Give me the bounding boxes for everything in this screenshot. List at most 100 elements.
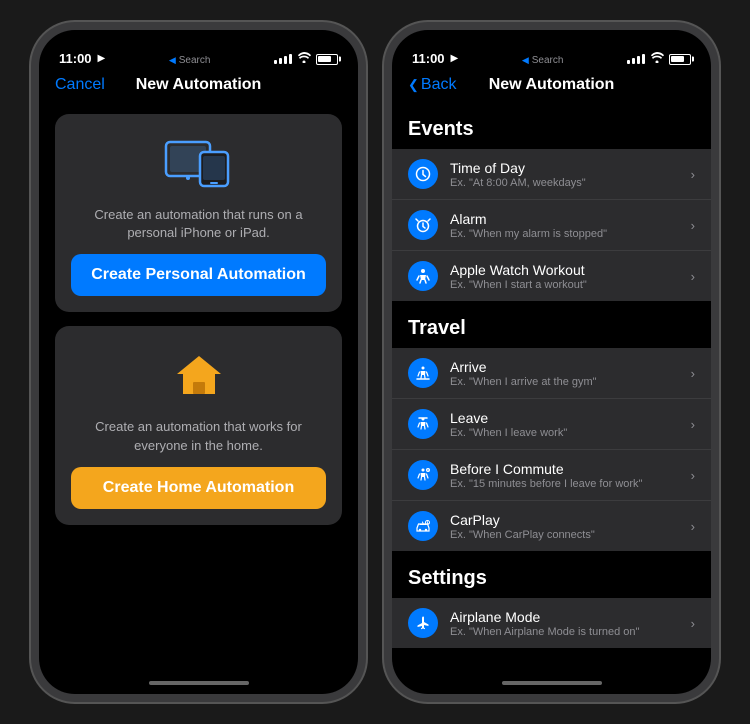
leave-svg xyxy=(415,416,431,432)
phone-1: 11:00 ▶ ◀ Search xyxy=(31,22,366,702)
figure-svg xyxy=(415,268,431,284)
clock-icon xyxy=(415,166,431,182)
airplane-mode-chevron: › xyxy=(691,616,695,631)
airplane-mode-title: Airplane Mode xyxy=(450,609,679,625)
airplane-mode-subtitle: Ex. "When Airplane Mode is turned on" xyxy=(450,626,679,638)
apple-watch-workout-title: Apple Watch Workout xyxy=(450,262,679,278)
settings-section: Settings Airplane Mode Ex. "When Airplan… xyxy=(392,551,711,648)
battery-icon-1 xyxy=(316,54,338,65)
arrive-chevron: › xyxy=(691,366,695,381)
alarm-item[interactable]: Alarm Ex. "When my alarm is stopped" › xyxy=(392,200,711,251)
carplay-subtitle: Ex. "When CarPlay connects" xyxy=(450,529,679,541)
cancel-button[interactable]: Cancel xyxy=(55,76,105,94)
status-search-1: ◀ Search xyxy=(169,55,211,66)
alarm-icon xyxy=(408,210,438,240)
travel-list: Arrive Ex. "When I arrive at the gym" › xyxy=(392,348,711,551)
alarm-chevron: › xyxy=(691,218,695,233)
home-bar-1 xyxy=(149,681,249,685)
carplay-svg xyxy=(415,518,431,534)
carplay-text: CarPlay Ex. "When CarPlay connects" xyxy=(450,512,679,541)
airplane-mode-icon xyxy=(408,608,438,638)
arrive-item[interactable]: Arrive Ex. "When I arrive at the gym" › xyxy=(392,348,711,399)
alarm-text: Alarm Ex. "When my alarm is stopped" xyxy=(450,211,679,240)
nav-title-1: New Automation xyxy=(136,76,262,94)
apple-watch-workout-chevron: › xyxy=(691,269,695,284)
carplay-icon xyxy=(408,511,438,541)
before-i-commute-chevron: › xyxy=(691,468,695,483)
airplane-mode-text: Airplane Mode Ex. "When Airplane Mode is… xyxy=(450,609,679,638)
signal-icon-1 xyxy=(274,54,292,64)
status-icons-2 xyxy=(627,52,691,66)
phone-2: 11:00 ▶ ◀ Search xyxy=(384,22,719,702)
events-section: Events Time of Day Ex. "At 8:00 AM, week… xyxy=(392,102,711,301)
time-of-day-item[interactable]: Time of Day Ex. "At 8:00 AM, weekdays" › xyxy=(392,149,711,200)
time-of-day-icon xyxy=(408,159,438,189)
battery-icon-2 xyxy=(669,54,691,65)
back-button[interactable]: Back xyxy=(408,76,456,94)
before-i-commute-icon xyxy=(408,460,438,490)
airplane-mode-item[interactable]: Airplane Mode Ex. "When Airplane Mode is… xyxy=(392,598,711,648)
leave-chevron: › xyxy=(691,417,695,432)
time-of-day-text: Time of Day Ex. "At 8:00 AM, weekdays" xyxy=(450,160,679,189)
wifi-icon-2 xyxy=(650,52,664,66)
create-home-automation-button[interactable]: Create Home Automation xyxy=(71,467,326,509)
leave-title: Leave xyxy=(450,410,679,426)
settings-list: Airplane Mode Ex. "When Airplane Mode is… xyxy=(392,598,711,648)
travel-header: Travel xyxy=(392,301,711,348)
events-header: Events xyxy=(392,102,711,149)
alarm-svg xyxy=(415,217,431,233)
nav-title-2: New Automation xyxy=(489,76,615,94)
phone-2-content: Events Time of Day Ex. "At 8:00 AM, week… xyxy=(392,102,711,672)
home-bar-2 xyxy=(502,681,602,685)
phone-2-screen: 11:00 ▶ ◀ Search xyxy=(392,30,711,694)
home-svg xyxy=(173,350,225,402)
apple-watch-workout-subtitle: Ex. "When I start a workout" xyxy=(450,279,679,291)
airplane-svg xyxy=(415,615,431,631)
before-i-commute-text: Before I Commute Ex. "15 minutes before … xyxy=(450,461,679,490)
arrive-subtitle: Ex. "When I arrive at the gym" xyxy=(450,376,679,388)
wifi-icon-1 xyxy=(297,52,311,66)
carplay-title: CarPlay xyxy=(450,512,679,528)
leave-icon xyxy=(408,409,438,439)
before-i-commute-item[interactable]: Before I Commute Ex. "15 minutes before … xyxy=(392,450,711,501)
events-list: Time of Day Ex. "At 8:00 AM, weekdays" › xyxy=(392,149,711,301)
carplay-chevron: › xyxy=(691,519,695,534)
status-icons-1 xyxy=(274,52,338,66)
time-of-day-title: Time of Day xyxy=(450,160,679,176)
status-time-1: 11:00 xyxy=(59,51,92,66)
leave-item[interactable]: Leave Ex. "When I leave work" › xyxy=(392,399,711,450)
nav-bar-2: Back New Automation xyxy=(392,72,711,102)
nav-bar-1: Cancel New Automation xyxy=(39,72,358,102)
arrive-icon xyxy=(408,358,438,388)
status-bar-1: 11:00 ▶ ◀ Search xyxy=(39,30,358,72)
apple-watch-workout-text: Apple Watch Workout Ex. "When I start a … xyxy=(450,262,679,291)
devices-svg xyxy=(164,138,234,190)
phone-1-screen: 11:00 ▶ ◀ Search xyxy=(39,30,358,694)
status-bar-2: 11:00 ▶ ◀ Search xyxy=(392,30,711,72)
home-indicator-1 xyxy=(39,672,358,694)
commute-svg xyxy=(415,467,431,483)
status-search-2: ◀ Search xyxy=(522,55,564,66)
arrive-title: Arrive xyxy=(450,359,679,375)
leave-text: Leave Ex. "When I leave work" xyxy=(450,410,679,439)
apple-watch-workout-icon xyxy=(408,261,438,291)
time-of-day-subtitle: Ex. "At 8:00 AM, weekdays" xyxy=(450,177,679,189)
home-card-description: Create an automation that works for ever… xyxy=(71,418,326,454)
signal-icon-2 xyxy=(627,54,645,64)
alarm-subtitle: Ex. "When my alarm is stopped" xyxy=(450,228,679,240)
before-i-commute-title: Before I Commute xyxy=(450,461,679,477)
home-indicator-2 xyxy=(392,672,711,694)
before-i-commute-subtitle: Ex. "15 minutes before I leave for work" xyxy=(450,478,679,490)
status-time-2: 11:00 xyxy=(412,51,445,66)
time-of-day-chevron: › xyxy=(691,167,695,182)
phone-1-content: Create an automation that runs on a pers… xyxy=(39,102,358,672)
device-icon xyxy=(164,134,234,194)
travel-section: Travel Arri xyxy=(392,301,711,551)
arrive-svg xyxy=(415,365,431,381)
leave-subtitle: Ex. "When I leave work" xyxy=(450,427,679,439)
settings-header: Settings xyxy=(392,551,711,598)
create-personal-automation-button[interactable]: Create Personal Automation xyxy=(71,254,326,296)
carplay-item[interactable]: CarPlay Ex. "When CarPlay connects" › xyxy=(392,501,711,551)
personal-automation-card: Create an automation that runs on a pers… xyxy=(55,114,342,312)
apple-watch-workout-item[interactable]: Apple Watch Workout Ex. "When I start a … xyxy=(392,251,711,301)
